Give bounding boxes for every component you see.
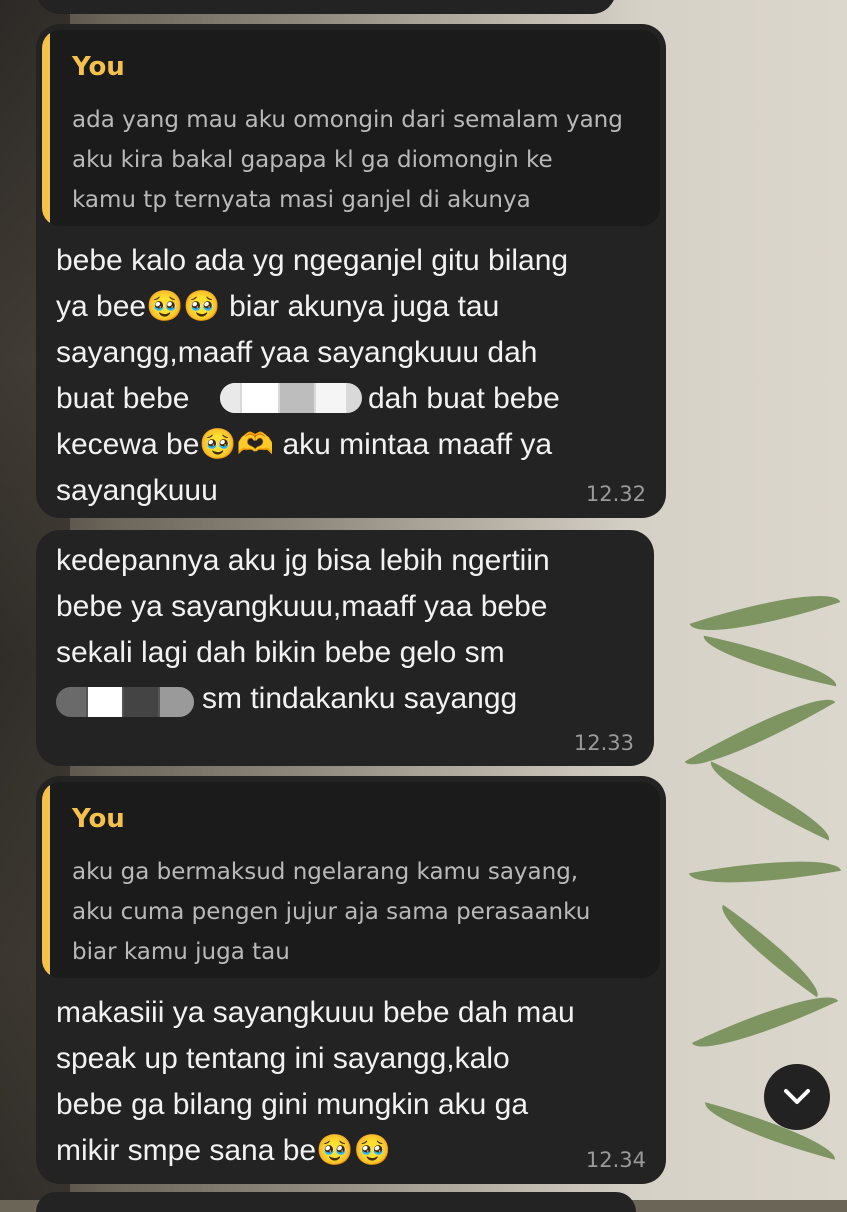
message-bubble[interactable]: You ada yang mau aku omongin dari semala… (36, 24, 666, 518)
reply-quote[interactable]: You ada yang mau aku omongin dari semala… (42, 30, 660, 226)
previous-message-bubble[interactable] (36, 0, 616, 14)
message-bubble[interactable]: You aku ga bermaksud ngelarang kamu saya… (36, 776, 666, 1184)
message-text: makasiii ya sayangkuuu bebe dah mau spea… (56, 996, 575, 1167)
message-timestamp: 12.32 (585, 482, 646, 506)
quote-sender: You (72, 52, 125, 82)
message-bubble[interactable]: kedepannya aku jg bisa lebih ngertiin be… (36, 530, 654, 766)
message-text-cont: sm tindakanku sayangg (202, 682, 518, 715)
reply-quote[interactable]: You aku ga bermaksud ngelarang kamu saya… (42, 782, 660, 978)
scroll-to-bottom-button[interactable] (764, 1064, 830, 1130)
quote-text: aku ga bermaksud ngelarang kamu sayang, … (72, 859, 591, 965)
quote-accent-bar (42, 782, 50, 978)
censored-block (220, 383, 362, 413)
next-message-bubble[interactable] (36, 1192, 636, 1212)
quote-text: ada yang mau aku omongin dari semalam ya… (72, 107, 623, 213)
message-text-cont: dah buat bebe (368, 382, 560, 415)
message-timestamp: 12.33 (573, 731, 634, 755)
message-timestamp: 12.34 (585, 1148, 646, 1172)
censored-block (56, 687, 194, 717)
message-text: kedepannya aku jg bisa lebih ngertiin be… (56, 544, 550, 669)
message-text-end: kecewa be🥹🫶 aku mintaa maaff ya sayangku… (56, 428, 553, 507)
quote-sender: You (72, 804, 125, 834)
quote-accent-bar (42, 30, 50, 226)
chevron-down-icon (784, 1089, 810, 1104)
